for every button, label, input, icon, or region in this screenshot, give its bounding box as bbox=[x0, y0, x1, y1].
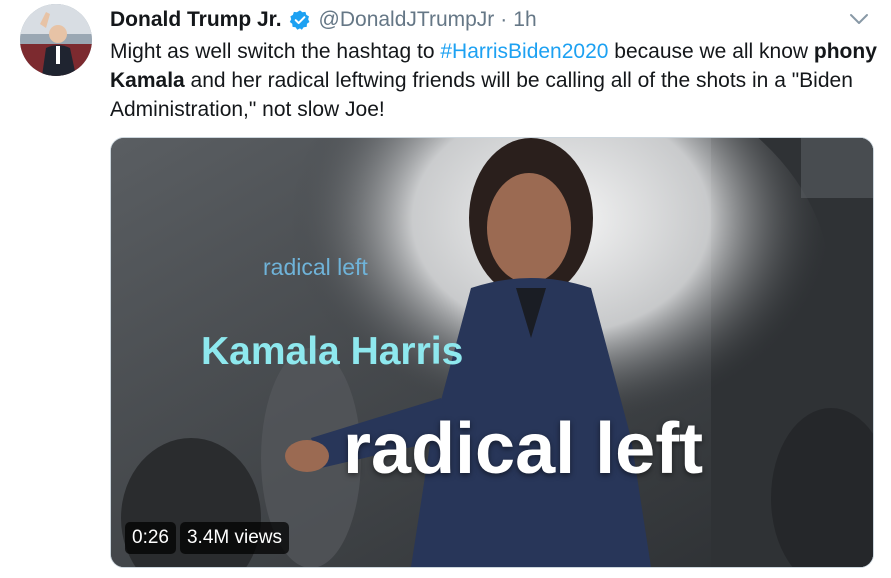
overlay-text-kamala-harris: Kamala Harris bbox=[201, 330, 464, 373]
handle[interactable]: @DonaldJTrumpJr bbox=[319, 8, 495, 32]
verified-badge-icon bbox=[289, 9, 311, 31]
tweet-text-part3: and her radical leftwing friends will be… bbox=[110, 69, 853, 121]
view-count: 3.4M views bbox=[179, 522, 290, 554]
hashtag-link[interactable]: #HarrisBiden2020 bbox=[440, 40, 608, 63]
video-badges: 0:26 3.4M views bbox=[125, 522, 290, 554]
chevron-down-icon[interactable] bbox=[846, 6, 872, 32]
tweet-text: Might as well switch the hashtag to #Har… bbox=[110, 37, 880, 124]
tweet-text-part2: because we all know bbox=[608, 40, 814, 63]
video-duration: 0:26 bbox=[125, 522, 176, 554]
display-name[interactable]: Donald Trump Jr. bbox=[110, 8, 282, 32]
overlay-text-radical-left-big: radical left bbox=[343, 409, 704, 489]
tweet-header: Donald Trump Jr. @DonaldJTrumpJr · 1h bbox=[110, 6, 537, 34]
avatar[interactable] bbox=[20, 4, 92, 76]
separator: · bbox=[500, 8, 508, 31]
avatar-image bbox=[20, 4, 92, 76]
video-player[interactable]: radical left Kamala Harris radical left … bbox=[110, 137, 874, 568]
overlay-text-radical-left-small: radical left bbox=[263, 254, 368, 280]
timestamp[interactable]: 1h bbox=[513, 8, 536, 32]
tweet-text-part1: Might as well switch the hashtag to bbox=[110, 40, 441, 63]
